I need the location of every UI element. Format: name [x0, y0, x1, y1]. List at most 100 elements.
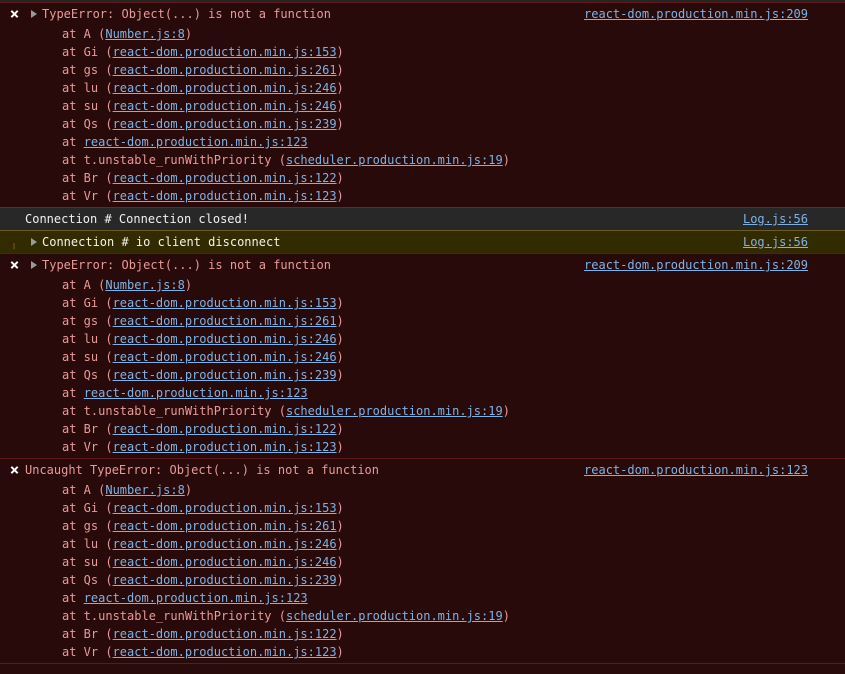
- stack-frame: at gs (react-dom.production.min.js:261): [0, 312, 845, 330]
- stack-frame-function: at: [62, 135, 84, 149]
- console-message-error[interactable]: TypeError: Object(...) is not a function…: [0, 2, 845, 208]
- stack-frame-link[interactable]: react-dom.production.min.js:246: [113, 537, 337, 551]
- stack-frame-link[interactable]: react-dom.production.min.js:246: [113, 99, 337, 113]
- stack-frame: at react-dom.production.min.js:123: [0, 133, 845, 151]
- info-icon-placeholder: [7, 212, 21, 226]
- stack-frame-close-paren: ): [336, 171, 344, 185]
- stack-frame-function: at lu (: [62, 332, 113, 346]
- stack-frame-function: at gs (: [62, 63, 113, 77]
- stack-frame-link[interactable]: scheduler.production.min.js:19: [286, 609, 503, 623]
- stack-frame-link[interactable]: react-dom.production.min.js:123: [84, 591, 308, 605]
- stack-frame: at gs (react-dom.production.min.js:261): [0, 517, 845, 535]
- console-source-link[interactable]: Log.js:56: [743, 231, 808, 253]
- stack-frame-function: at: [62, 386, 84, 400]
- console-message-title: Connection # io client disconnect: [42, 235, 281, 249]
- stack-frame-link[interactable]: react-dom.production.min.js:123: [84, 386, 308, 400]
- stack-frame: at su (react-dom.production.min.js:246): [0, 97, 845, 115]
- stack-frame-link[interactable]: react-dom.production.min.js:123: [84, 135, 308, 149]
- stack-frame: at lu (react-dom.production.min.js:246): [0, 535, 845, 553]
- stack-frame-link[interactable]: scheduler.production.min.js:19: [286, 404, 503, 418]
- stack-frame-function: at Gi (: [62, 45, 113, 59]
- stack-frame-close-paren: ): [336, 117, 344, 131]
- console-message-warning[interactable]: Connection # io client disconnect Log.js:…: [0, 230, 845, 265]
- console-message-info[interactable]: Connection # Connection closed! Log.js:56: [0, 207, 845, 231]
- stack-frame: at Gi (react-dom.production.min.js:153): [0, 294, 845, 312]
- console-message-error[interactable]: Uncaught TypeError: Object(...) is not a…: [0, 458, 845, 664]
- stack-frame-link[interactable]: react-dom.production.min.js:123: [113, 645, 337, 659]
- stack-frame-close-paren: ): [336, 332, 344, 346]
- console-source-link[interactable]: react-dom.production.min.js:209: [584, 254, 808, 276]
- stack-frame-link[interactable]: react-dom.production.min.js:123: [113, 189, 337, 203]
- stack-frame-link[interactable]: react-dom.production.min.js:153: [113, 45, 337, 59]
- expand-triangle-icon[interactable]: [31, 238, 37, 246]
- stack-frame-close-paren: ): [336, 519, 344, 533]
- error-circle-x-icon: [7, 7, 21, 21]
- stack-frame: at t.unstable_runWithPriority (scheduler…: [0, 402, 845, 420]
- stack-frame-link[interactable]: Number.js:8: [105, 27, 184, 41]
- stack-frame-close-paren: ): [336, 645, 344, 659]
- stack-frame: at Qs (react-dom.production.min.js:239): [0, 366, 845, 384]
- devtools-console-panel[interactable]: TypeError: Object(...) is not a function…: [0, 0, 845, 674]
- console-source-link[interactable]: react-dom.production.min.js:123: [584, 459, 808, 481]
- stack-frame-function: at t.unstable_runWithPriority (: [62, 153, 286, 167]
- stack-frame: at t.unstable_runWithPriority (scheduler…: [0, 607, 845, 625]
- stack-frame-link[interactable]: react-dom.production.min.js:153: [113, 296, 337, 310]
- console-message-header[interactable]: TypeError: Object(...) is not a function…: [0, 254, 845, 276]
- stack-frame-link[interactable]: react-dom.production.min.js:246: [113, 332, 337, 346]
- stack-frame-link[interactable]: react-dom.production.min.js:261: [113, 63, 337, 77]
- stack-frame-link[interactable]: react-dom.production.min.js:246: [113, 81, 337, 95]
- stack-frame-function: at Qs (: [62, 573, 113, 587]
- stack-frame-link[interactable]: react-dom.production.min.js:122: [113, 422, 337, 436]
- stack-frame-function: at Qs (: [62, 117, 113, 131]
- console-message-header[interactable]: Uncaught TypeError: Object(...) is not a…: [0, 459, 845, 481]
- stack-frame-link[interactable]: react-dom.production.min.js:122: [113, 171, 337, 185]
- warning-triangle-icon: [7, 235, 21, 265]
- stack-frame-function: at t.unstable_runWithPriority (: [62, 404, 286, 418]
- stack-frame-link[interactable]: react-dom.production.min.js:153: [113, 501, 337, 515]
- stack-frame-link[interactable]: react-dom.production.min.js:239: [113, 117, 337, 131]
- stack-frame-function: at Vr (: [62, 440, 113, 454]
- stack-frame-link[interactable]: react-dom.production.min.js:123: [113, 440, 337, 454]
- stack-frame-function: at su (: [62, 99, 113, 113]
- stack-frame-close-paren: ): [336, 368, 344, 382]
- stack-frame-function: at Vr (: [62, 645, 113, 659]
- stack-frame-function: at Br (: [62, 627, 113, 641]
- console-message-header[interactable]: Connection # io client disconnect Log.js:…: [0, 231, 845, 265]
- stack-frame-link[interactable]: react-dom.production.min.js:239: [113, 573, 337, 587]
- stack-frame-close-paren: ): [184, 483, 193, 497]
- stack-frame: at gs (react-dom.production.min.js:261): [0, 61, 845, 79]
- console-source-link[interactable]: Log.js:56: [743, 208, 808, 230]
- stack-frame: at Br (react-dom.production.min.js:122): [0, 625, 845, 643]
- stack-frame-link[interactable]: scheduler.production.min.js:19: [286, 153, 503, 167]
- stack-frame-close-paren: ): [336, 189, 344, 203]
- stack-frame-link[interactable]: react-dom.production.min.js:246: [113, 350, 337, 364]
- stack-frame-close-paren: ): [336, 573, 344, 587]
- expand-triangle-icon[interactable]: [31, 261, 37, 269]
- stack-frame-link[interactable]: Number.js:8: [105, 483, 184, 497]
- stack-frame-close-paren: ): [336, 296, 344, 310]
- stack-frame-link[interactable]: react-dom.production.min.js:239: [113, 368, 337, 382]
- stack-frame-function: at A (: [62, 27, 106, 41]
- console-message-header[interactable]: Connection # Connection closed! Log.js:56: [0, 208, 845, 230]
- stack-frame-link[interactable]: react-dom.production.min.js:261: [113, 314, 337, 328]
- error-circle-x-icon: [7, 463, 21, 477]
- stack-frame-function: at: [62, 591, 84, 605]
- console-message-list: TypeError: Object(...) is not a function…: [0, 2, 845, 664]
- stack-frame: at Vr (react-dom.production.min.js:123): [0, 438, 845, 456]
- console-message-error[interactable]: TypeError: Object(...) is not a function…: [0, 253, 845, 459]
- stack-frame-link[interactable]: react-dom.production.min.js:122: [113, 627, 337, 641]
- console-message-title: TypeError: Object(...) is not a function: [42, 7, 331, 21]
- console-source-link[interactable]: react-dom.production.min.js:209: [584, 3, 808, 25]
- expand-triangle-icon[interactable]: [31, 10, 37, 18]
- stack-frame-link[interactable]: react-dom.production.min.js:246: [113, 555, 337, 569]
- stack-frame: at A (Number.js:8): [0, 276, 845, 294]
- stack-frame-close-paren: ): [184, 27, 193, 41]
- console-message-header[interactable]: TypeError: Object(...) is not a function…: [0, 3, 845, 25]
- stack-frame: at Qs (react-dom.production.min.js:239): [0, 115, 845, 133]
- stack-frame-function: at gs (: [62, 314, 113, 328]
- stack-frame: at t.unstable_runWithPriority (scheduler…: [0, 151, 845, 169]
- stack-frame-function: at Br (: [62, 171, 113, 185]
- stack-frame-close-paren: ): [502, 404, 510, 418]
- stack-frame-link[interactable]: react-dom.production.min.js:261: [113, 519, 337, 533]
- stack-frame-link[interactable]: Number.js:8: [105, 278, 184, 292]
